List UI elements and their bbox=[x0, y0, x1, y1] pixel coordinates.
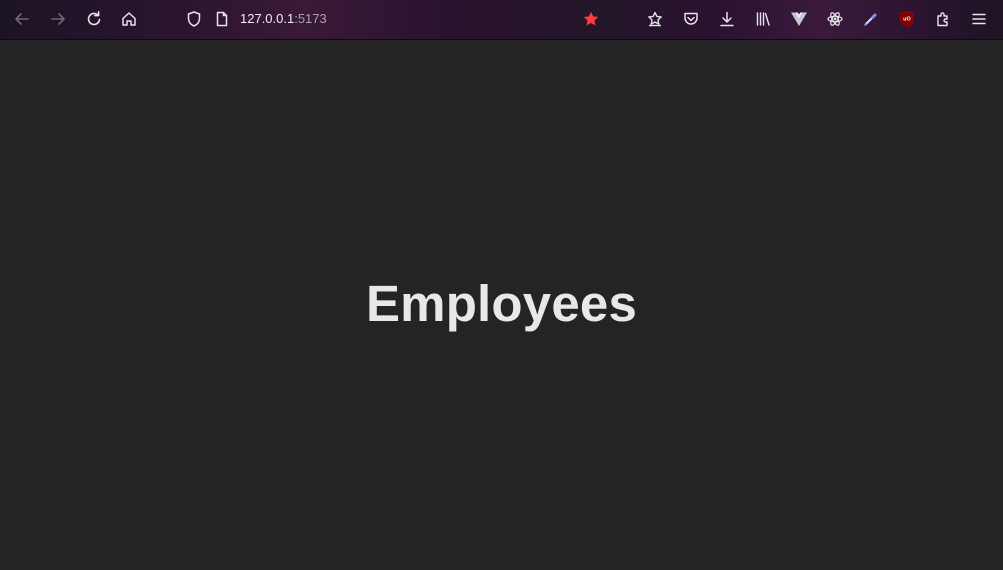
url-text[interactable]: 127.0.0.1:5173 bbox=[240, 11, 327, 26]
url-port: :5173 bbox=[294, 11, 327, 26]
downloads-icon bbox=[718, 10, 736, 28]
downloads-button[interactable] bbox=[714, 6, 740, 32]
back-button[interactable] bbox=[9, 6, 35, 32]
home-icon bbox=[120, 10, 138, 28]
react-devtools-icon bbox=[826, 10, 844, 28]
color-picker-icon bbox=[862, 10, 880, 28]
reload-button[interactable] bbox=[81, 6, 107, 32]
ublock-origin-button[interactable]: uO bbox=[894, 6, 920, 32]
react-devtools-button[interactable] bbox=[822, 6, 848, 32]
reload-icon bbox=[85, 10, 103, 28]
pocket-button[interactable] bbox=[678, 6, 704, 32]
pocket-icon bbox=[682, 10, 700, 28]
vue-devtools-icon bbox=[790, 10, 808, 28]
extensions-puzzle-icon bbox=[934, 10, 952, 28]
library-button[interactable] bbox=[750, 6, 776, 32]
url-host: 127.0.0.1 bbox=[240, 11, 295, 26]
forward-arrow-icon bbox=[49, 10, 67, 28]
extensions-star-icon bbox=[646, 10, 664, 28]
back-arrow-icon bbox=[13, 10, 31, 28]
page-title: Employees bbox=[365, 275, 638, 332]
shield-icon[interactable] bbox=[181, 6, 207, 32]
page-content: Employees bbox=[0, 40, 1003, 570]
extension-star-button[interactable] bbox=[642, 6, 668, 32]
svg-text:uO: uO bbox=[903, 17, 911, 23]
vue-devtools-button[interactable] bbox=[786, 6, 812, 32]
bookmark-star-icon bbox=[582, 10, 600, 28]
address-bar[interactable]: 127.0.0.1:5173 bbox=[176, 4, 626, 34]
menu-icon bbox=[970, 10, 988, 28]
forward-button[interactable] bbox=[45, 6, 71, 32]
page-icon[interactable] bbox=[209, 6, 235, 32]
ublock-origin-icon: uO bbox=[898, 10, 916, 28]
home-button[interactable] bbox=[116, 6, 142, 32]
app-menu-button[interactable] bbox=[966, 6, 992, 32]
bookmark-button[interactable] bbox=[578, 6, 604, 32]
library-icon bbox=[754, 10, 772, 28]
extensions-button[interactable] bbox=[930, 6, 956, 32]
color-picker-button[interactable] bbox=[858, 6, 884, 32]
browser-toolbar: 127.0.0.1:5173 uO bbox=[0, 0, 1003, 40]
